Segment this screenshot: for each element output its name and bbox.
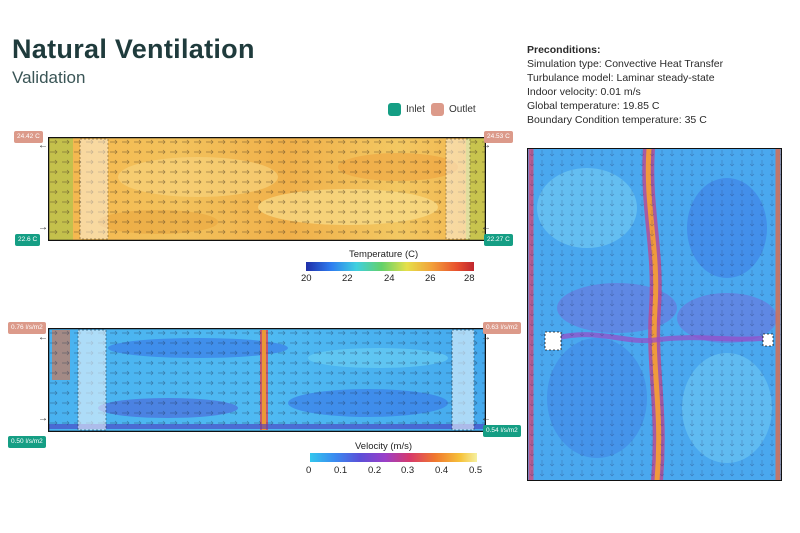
outlet-swatch (431, 103, 444, 116)
precondition-line: Simulation type: Convective Heat Transfe… (527, 58, 724, 70)
temperature-tick: 28 (464, 273, 475, 284)
outflow-arrow-icon: ← (38, 332, 48, 343)
page-subtitle: Validation (12, 68, 86, 87)
inflow-arrow-icon: → (38, 413, 48, 424)
velocity-tick: 0 (306, 465, 312, 476)
outflow-arrow-icon: ← (38, 140, 48, 151)
temperature-tick: 20 (301, 273, 312, 284)
outlet-label: Outlet (449, 104, 476, 115)
inflow-arrow-icon: ← (481, 413, 491, 424)
temperature-tick: 26 (425, 273, 436, 284)
inlet-swatch (388, 103, 401, 116)
temp-tag-bottom-left: 22.6 C (15, 234, 41, 246)
inlet-label: Inlet (406, 104, 425, 115)
precondition-line: Indoor velocity: 0.01 m/s (527, 86, 641, 98)
preconditions-panel: Preconditions: Simulation type: Convecti… (527, 43, 723, 127)
velocity-colorbar-title: Velocity (m/s) (355, 441, 413, 452)
preconditions-heading: Preconditions: (527, 44, 601, 56)
page-title: Natural Ventilation (12, 34, 255, 64)
temperature-tick: 24 (384, 273, 395, 284)
precondition-line: Global temperature: 19.85 C (527, 100, 660, 112)
velocity-tick: 0.3 (401, 465, 415, 476)
velocity-tick: 0.4 (435, 465, 449, 476)
velocity-tick: 0.5 (469, 465, 483, 476)
velocity-tick: 0.1 (334, 465, 348, 476)
temperature-colorbar (306, 262, 474, 271)
velocity-tag-bottom-right: 0.54 l/s/m2 (483, 425, 521, 437)
precondition-line: Boundary Condition temperature: 35 C (527, 114, 707, 126)
velocity-plan-view (527, 148, 782, 481)
inflow-arrow-icon: ← (481, 222, 491, 233)
temp-tag-bottom-right: 22.27 C (484, 234, 513, 246)
temperature-tick: 22 (342, 273, 353, 284)
temperature-colorbar-title: Temperature (C) (349, 249, 419, 260)
velocity-section-plot (48, 328, 486, 432)
precondition-line: Turbulance model: Laminar steady-state (527, 72, 715, 84)
velocity-tick: 0.2 (368, 465, 382, 476)
legend-outlet: Outlet (431, 103, 476, 116)
velocity-colorbar (310, 453, 477, 462)
outflow-arrow-icon: → (481, 332, 491, 343)
temperature-section-plot (48, 137, 486, 241)
inflow-arrow-icon: → (38, 222, 48, 233)
velocity-tag-bottom-left: 0.50 l/s/m2 (8, 436, 46, 448)
legend-inlet: Inlet (388, 103, 425, 116)
outflow-arrow-icon: → (481, 140, 491, 151)
